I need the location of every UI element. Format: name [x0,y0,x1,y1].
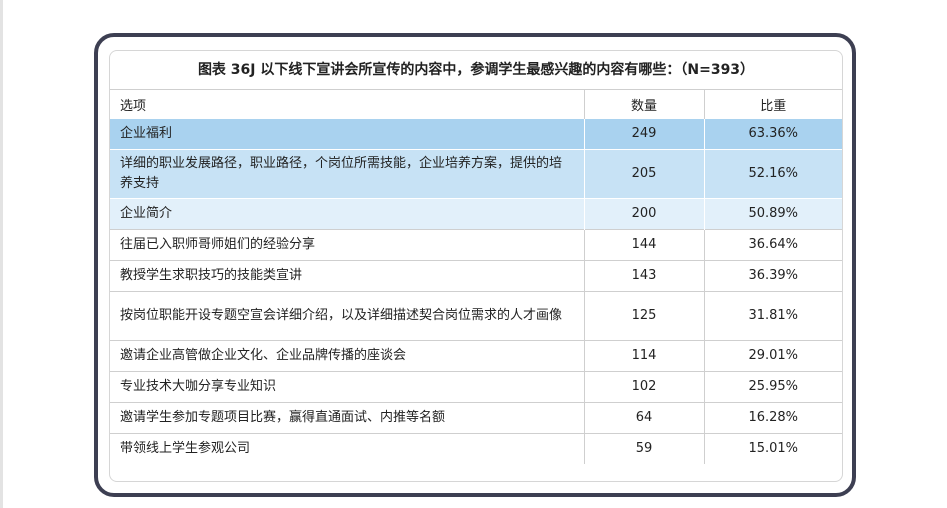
row-count: 64 [584,402,705,434]
row-ratio: 50.89% [704,198,842,230]
row-option: 企业简介 [110,198,585,230]
row-option: 详细的职业发展路径，职业路径，个岗位所需技能，企业培养方案，提供的培养支持 [110,149,585,199]
row-count: 114 [584,340,705,372]
table-header-row: 选项 数量 比重 [110,89,842,119]
row-option: 专业技术大咖分享专业知识 [110,371,585,403]
row-count: 249 [584,118,705,150]
survey-table: 选项 数量 比重 企业福利 249 63.36% 详细的职业发展路径，职业路径，… [110,89,842,464]
row-count: 143 [584,260,705,292]
row-option: 带领线上学生参观公司 [110,433,585,464]
table-row: 邀请企业高管做企业文化、企业品牌传播的座谈会 114 29.01% [110,340,842,372]
row-ratio: 36.64% [704,229,842,261]
table-row: 带领线上学生参观公司 59 15.01% [110,433,842,464]
table-frame: 图表 36J 以下线下宣讲会所宣传的内容中，参调学生最感兴趣的内容有哪些：（N=… [94,33,856,497]
row-option: 邀请企业高管做企业文化、企业品牌传播的座谈会 [110,340,585,372]
header-option: 选项 [110,89,585,119]
row-count: 144 [584,229,705,261]
row-ratio: 16.28% [704,402,842,434]
table-row: 邀请学生参加专题项目比赛，赢得直通面试、内推等名额 64 16.28% [110,402,842,434]
row-ratio: 15.01% [704,433,842,464]
table-row: 往届已入职师哥师姐们的经验分享 144 36.64% [110,229,842,261]
row-count: 125 [584,291,705,341]
row-option: 邀请学生参加专题项目比赛，赢得直通面试、内推等名额 [110,402,585,434]
row-option: 教授学生求职技巧的技能类宣讲 [110,260,585,292]
row-option: 企业福利 [110,118,585,150]
row-count: 205 [584,149,705,199]
header-count: 数量 [584,89,705,119]
table-row: 企业简介 200 50.89% [110,198,842,230]
row-count: 200 [584,198,705,230]
row-ratio: 29.01% [704,340,842,372]
row-option: 按岗位职能开设专题空宣会详细介绍，以及详细描述契合岗位需求的人才画像 [110,291,585,341]
row-ratio: 36.39% [704,260,842,292]
row-count: 59 [584,433,705,464]
row-count: 102 [584,371,705,403]
row-ratio: 31.81% [704,291,842,341]
table-row: 按岗位职能开设专题空宣会详细介绍，以及详细描述契合岗位需求的人才画像 125 3… [110,291,842,341]
header-ratio: 比重 [704,89,842,119]
row-ratio: 25.95% [704,371,842,403]
table-row: 专业技术大咖分享专业知识 102 25.95% [110,371,842,403]
table-row: 详细的职业发展路径，职业路径，个岗位所需技能，企业培养方案，提供的培养支持 20… [110,149,842,199]
row-option: 往届已入职师哥师姐们的经验分享 [110,229,585,261]
table-row: 教授学生求职技巧的技能类宣讲 143 36.39% [110,260,842,292]
left-edge-strip [0,0,3,508]
row-ratio: 63.36% [704,118,842,150]
table-row: 企业福利 249 63.36% [110,118,842,150]
row-ratio: 52.16% [704,149,842,199]
table-title: 图表 36J 以下线下宣讲会所宣传的内容中，参调学生最感兴趣的内容有哪些：（N=… [197,62,755,78]
table-card: 图表 36J 以下线下宣讲会所宣传的内容中，参调学生最感兴趣的内容有哪些：（N=… [109,50,843,482]
